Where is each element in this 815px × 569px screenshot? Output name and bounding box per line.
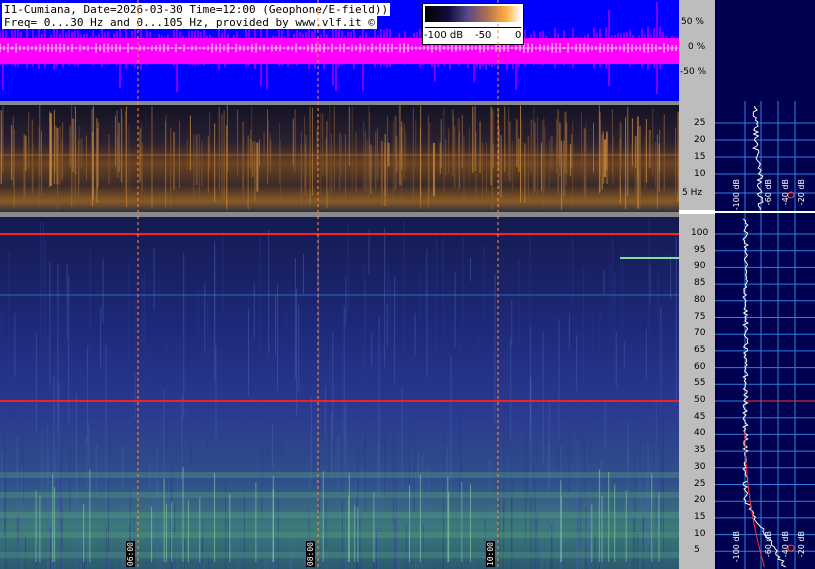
waveform-axis: 50 % 0 % -50 % [679, 0, 715, 101]
mainfreq-tick-label: 25 [694, 478, 706, 489]
mainfreq-tick-label: 100 [691, 228, 709, 238]
vlf-monitor-window: I1-Cumiana, Date=2026-03-30 Time=12:00 (… [0, 0, 815, 569]
waveform-tick-neg50: -50 % [680, 67, 707, 77]
mainfreq-tick-label: 50 [694, 395, 706, 405]
mainfreq-tick-label: 40 [694, 428, 706, 439]
spectrum-lower-db-3: -40 dB [781, 531, 790, 558]
spectrum-upper-db-2: -60 dB [764, 179, 773, 206]
lowfreq-tick-label: 25 [694, 118, 706, 128]
spectrum-upper-db-1: -100 dB [732, 179, 741, 211]
spectrum-plot [715, 101, 815, 569]
mainfreq-tick-label: 70 [694, 328, 706, 339]
mainfreq-tick-label: 30 [694, 461, 706, 472]
mainfreq-tick-label: 20 [694, 495, 706, 506]
waveform-side-panel [715, 0, 815, 101]
waveform-tick-50: 50 % [681, 17, 704, 27]
mainfreq-tick-label: 65 [694, 344, 706, 355]
mainfreq-tick-label: 95 [694, 244, 706, 255]
lowfreq-tick-label: 20 [694, 135, 706, 145]
mainfreq-tick-label: 80 [694, 294, 706, 305]
mainfreq-tick-label: 10 [694, 528, 706, 539]
spectrum-lower-db-4: -20 dB [797, 531, 806, 558]
mainfreq-tick-label: 90 [694, 261, 706, 272]
time-gridlines [137, 0, 499, 569]
waveform-tick-0: 0 % [688, 42, 706, 52]
mainfreq-tick-label: 45 [694, 411, 706, 422]
lowfreq-tick-label: 5 Hz [682, 188, 703, 198]
mainfreq-tick-label: 75 [694, 311, 706, 322]
spectrum-lower-db-1: -100 dB [732, 531, 741, 563]
time-marker-1: 06:00 [126, 541, 135, 568]
spectrum-lower-db-2: -60 dB [764, 531, 773, 558]
mainfreq-tick-label: 85 [694, 278, 706, 289]
lowfreq-tick-label: 10 [694, 169, 706, 179]
frequency-axis: 25 20 15 10 5 Hz 100 95 90 85 80 75 70 65 60 55 50 45 40… [679, 101, 715, 569]
mainfreq-tick-label: 15 [694, 511, 706, 522]
mainfreq-tick-label: 35 [694, 445, 706, 456]
spectrum-upper-db-4: -20 dB [797, 179, 806, 206]
lowfreq-tick-label: 15 [694, 152, 706, 162]
mainfreq-tick-label: 60 [694, 361, 706, 372]
spectrum-panel: -100 dB -60 dB -40 dB -20 dB -100 dB -60… [715, 101, 815, 569]
mainfreq-tick-label: 5 [694, 545, 700, 556]
mainfreq-tick-label: 55 [694, 378, 706, 389]
time-marker-2: 08:00 [306, 541, 315, 568]
spectrum-upper-db-3: -40 dB [781, 179, 790, 206]
time-marker-3: 10:00 [486, 541, 495, 568]
